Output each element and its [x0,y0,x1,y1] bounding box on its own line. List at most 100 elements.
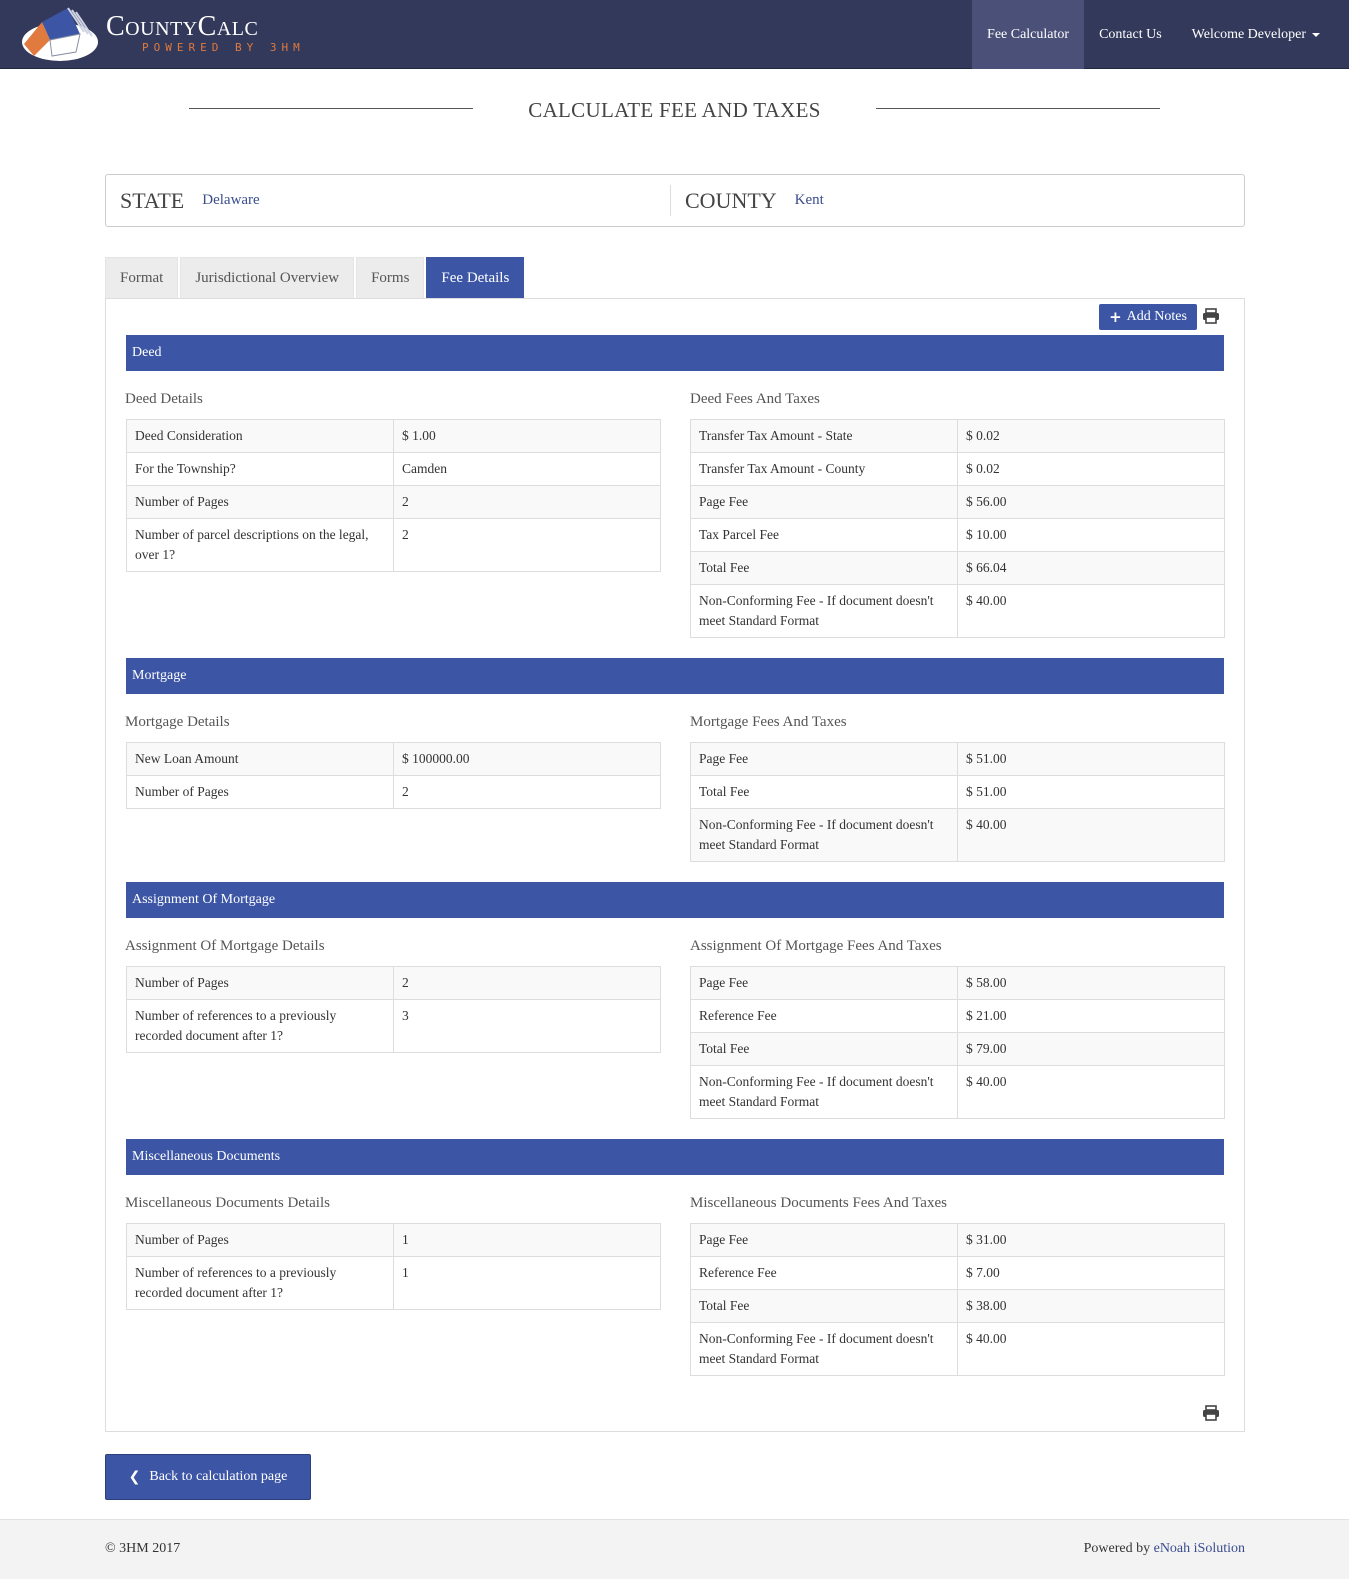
fee-value: $ 10.00 [957,518,1225,552]
table-row: Transfer Tax Amount - State $ 0.02 [690,419,1225,453]
table-row: Total Fee $ 66.04 [690,551,1225,585]
state-group: STATE Delaware [120,175,260,226]
section-header-assignment-of-mortgage: Assignment Of Mortgage [126,882,1224,918]
table-row: For the Township? Camden [126,452,661,486]
detail-key: Number of references to a previously rec… [126,1256,394,1310]
deed-details-title: Deed Details [125,391,203,407]
detail-value: Camden [393,452,661,486]
fee-key: Non-Conforming Fee - If document doesn't… [690,808,958,862]
mortgage-details-table: New Loan Amount $ 100000.00 Number of Pag… [126,742,661,809]
nav-menu: Fee Calculator Contact Us Welcome Develo… [972,0,1335,69]
detail-key: For the Township? [126,452,394,486]
caret-down-icon [1312,32,1320,37]
table-row: Tax Parcel Fee $ 10.00 [690,518,1225,552]
table-row: Reference Fee $ 7.00 [690,1256,1225,1290]
fee-key: Total Fee [690,1032,958,1066]
mortgage-details-title: Mortgage Details [125,714,230,730]
brand-name: CountyCalc [106,11,259,42]
page-title: CALCULATE FEE AND TAXES [528,98,821,122]
table-row: Transfer Tax Amount - County $ 0.02 [690,452,1225,486]
table-row: Number of parcel descriptions on the leg… [126,518,661,572]
fee-key: Non-Conforming Fee - If document doesn't… [690,1065,958,1119]
brand-logo[interactable]: CountyCalc POWERED BY 3HM [20,4,305,62]
table-row: Total Fee $ 38.00 [690,1289,1225,1323]
misc-fees-title: Miscellaneous Documents Fees And Taxes [690,1195,947,1211]
powered-by: Powered by eNoah iSolution [1084,1541,1245,1557]
table-row: New Loan Amount $ 100000.00 [126,742,661,776]
tab-fee-details[interactable]: Fee Details [426,257,525,299]
fee-key: Total Fee [690,551,958,585]
section-header-miscellaneous-documents: Miscellaneous Documents [126,1139,1224,1175]
tab-forms[interactable]: Forms [356,257,425,299]
fee-key: Non-Conforming Fee - If document doesn't… [690,1322,958,1376]
misc-fees-table: Page Fee $ 31.00 Reference Fee $ 7.00 Tota… [690,1223,1225,1376]
deed-fees-title: Deed Fees And Taxes [690,391,820,407]
detail-key: Number of Pages [126,1223,394,1257]
fee-key: Page Fee [690,1223,958,1257]
table-row: Number of Pages 2 [126,775,661,809]
assignment-details-title: Assignment Of Mortgage Details [125,938,325,954]
misc-details-table: Number of Pages 1 Number of references to… [126,1223,661,1310]
fee-value: $ 0.02 [957,452,1225,486]
fee-value: $ 58.00 [957,966,1225,1000]
assignment-details-table: Number of Pages 2 Number of references to… [126,966,661,1053]
table-row: Number of Pages 2 [126,966,661,1000]
state-value: Delaware [202,192,260,208]
table-row: Number of references to a previously rec… [126,999,661,1053]
detail-value: $ 100000.00 [393,742,661,776]
powered-by-link[interactable]: eNoah iSolution [1154,1541,1245,1556]
fee-key: Reference Fee [690,1256,958,1290]
page-title-wrap: CALCULATE FEE AND TAXES [0,98,1349,123]
detail-value: 1 [393,1256,661,1310]
user-menu-label: Welcome Developer [1191,26,1306,42]
nav-fee-calculator[interactable]: Fee Calculator [972,0,1085,69]
table-row: Page Fee $ 56.00 [690,485,1225,519]
assignment-fees-title: Assignment Of Mortgage Fees And Taxes [690,938,942,954]
add-notes-button[interactable]: + Add Notes [1099,304,1197,330]
table-row: Page Fee $ 31.00 [690,1223,1225,1257]
table-row: Number of references to a previously rec… [126,1256,661,1310]
fee-key: Tax Parcel Fee [690,518,958,552]
mortgage-fees-title: Mortgage Fees And Taxes [690,714,847,730]
print-icon[interactable] [1202,308,1220,324]
fee-value: $ 0.02 [957,419,1225,453]
powered-by-prefix: Powered by [1083,1541,1151,1556]
fee-value: $ 38.00 [957,1289,1225,1323]
county-value: Kent [794,192,824,208]
table-row: Page Fee $ 58.00 [690,966,1225,1000]
tab-format[interactable]: Format [105,257,179,299]
table-row: Deed Consideration $ 1.00 [126,419,661,453]
detail-key: New Loan Amount [126,742,394,776]
table-row: Non-Conforming Fee - If document doesn't… [690,1322,1225,1376]
fee-key: Reference Fee [690,999,958,1033]
detail-value: 2 [393,775,661,809]
fee-value: $ 40.00 [957,1322,1225,1376]
detail-value: 1 [393,1223,661,1257]
detail-key: Number of parcel descriptions on the leg… [126,518,394,572]
detail-value: $ 1.00 [393,419,661,453]
nav-user-menu[interactable]: Welcome Developer [1177,0,1335,69]
assignment-fees-table: Page Fee $ 58.00 Reference Fee $ 21.00 Tot… [690,966,1225,1119]
detail-key: Deed Consideration [126,419,394,453]
fee-value: $ 40.00 [957,1065,1225,1119]
footer: © 3HM 2017 Powered by eNoah iSolution [0,1519,1349,1579]
tab-jurisdictional-overview[interactable]: Jurisdictional Overview [180,257,355,299]
fee-key: Total Fee [690,775,958,809]
table-row: Reference Fee $ 21.00 [690,999,1225,1033]
back-to-calculation-button[interactable]: ❮ Back to calculation page [105,1454,311,1500]
nav-contact-us[interactable]: Contact Us [1084,0,1177,69]
fee-key: Transfer Tax Amount - State [690,419,958,453]
detail-key: Number of Pages [126,966,394,1000]
table-row: Total Fee $ 51.00 [690,775,1225,809]
plus-icon: + [1109,308,1122,326]
brand-tagline: POWERED BY 3HM [142,41,305,54]
county-group: COUNTY Kent [670,185,824,216]
table-row: Number of Pages 1 [126,1223,661,1257]
detail-key: Number of Pages [126,775,394,809]
fee-key: Transfer Tax Amount - County [690,452,958,486]
deed-fees-table: Transfer Tax Amount - State $ 0.02 Transf… [690,419,1225,638]
section-header-mortgage: Mortgage [126,658,1224,694]
fee-value: $ 7.00 [957,1256,1225,1290]
print-icon[interactable] [1202,1405,1220,1421]
fee-value: $ 40.00 [957,584,1225,638]
